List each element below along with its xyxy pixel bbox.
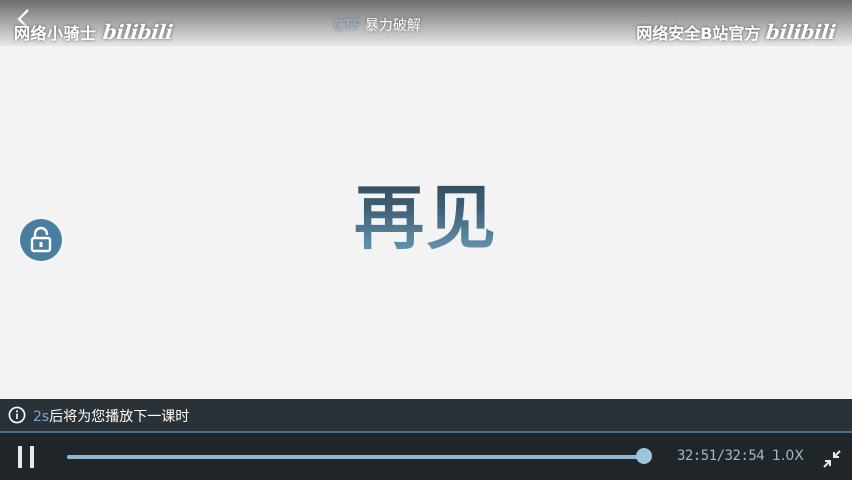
info-icon <box>8 406 26 424</box>
total-time: 32:54 <box>724 448 765 464</box>
top-overlay-bar: 网络小骑士 bilibili CTF 暴力破解 网络安全B站官方 bilibili <box>0 0 852 46</box>
video-title-text: 暴力破解 <box>364 18 421 34</box>
lock-icon <box>30 226 52 253</box>
bilibili-logo-right: bilibili <box>765 20 838 44</box>
video-title: CTF 暴力破解 <box>334 15 421 35</box>
progress-bar[interactable] <box>67 448 652 464</box>
playback-time: 32:51/32:54 <box>677 448 765 464</box>
channel-name-left: 网络小骑士 <box>14 24 97 43</box>
channel-watermark-right: 网络安全B站官方 bilibili <box>636 20 838 44</box>
playback-control-bar: 32:51/32:54 1.0X <box>0 431 852 480</box>
screen-lock-button[interactable] <box>20 219 62 261</box>
notice-message: 2s后将为您播放下一课时 <box>33 406 189 426</box>
progress-fill <box>67 455 644 459</box>
exit-fullscreen-icon <box>823 450 841 468</box>
next-lesson-notice: 2s后将为您播放下一课时 <box>0 399 852 431</box>
channel-watermark-left: 网络小骑士 bilibili <box>14 20 174 44</box>
pause-icon <box>18 446 34 468</box>
bilibili-logo-left: bilibili <box>101 20 174 44</box>
video-player[interactable]: 网络小骑士 bilibili CTF 暴力破解 网络安全B站官方 bilibili … <box>0 0 852 480</box>
progress-handle[interactable] <box>635 448 652 464</box>
exit-fullscreen-button[interactable] <box>823 450 841 468</box>
video-frame-text: 再见 <box>0 162 852 263</box>
pause-button[interactable] <box>16 446 38 468</box>
current-time: 32:51 <box>677 448 717 464</box>
playback-speed-button[interactable]: 1.0X <box>772 448 804 464</box>
notice-message-text: 后将为您播放下一课时 <box>49 409 190 425</box>
notice-countdown: 2s <box>33 409 50 425</box>
channel-name-right: 网络安全B站官方 <box>636 24 761 43</box>
video-title-prefix: CTF <box>334 18 361 34</box>
time-separator: / <box>716 448 725 464</box>
